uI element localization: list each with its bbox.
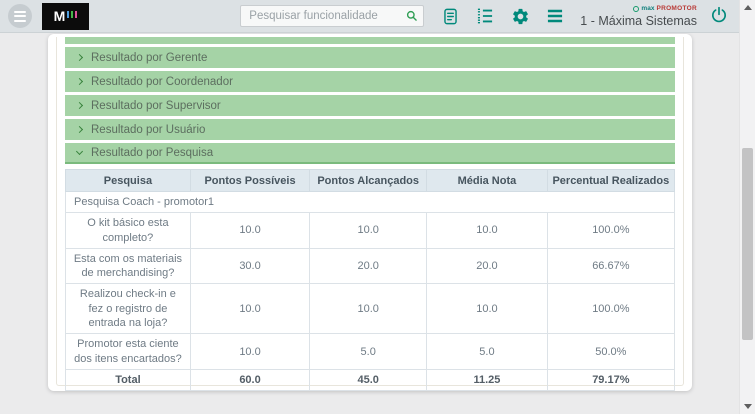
menu-button[interactable]: [8, 4, 32, 28]
accordion-resultado-gerente[interactable]: Resultado por Gerente: [65, 47, 675, 68]
brand-circle-icon: [633, 6, 639, 12]
accordion-partial-bar[interactable]: [65, 37, 675, 44]
accordion-resultado-usuario[interactable]: Resultado por Usuário: [65, 119, 675, 140]
cell-pontos-alcancados: 10.0: [310, 213, 427, 249]
results-table-area: Pesquisa Pontos Possíveis Pontos Alcança…: [65, 169, 675, 391]
logo-tick-green: [71, 11, 73, 18]
total-pontos-possiveis: 60.0: [190, 369, 309, 390]
cell-percentual: 66.67%: [547, 248, 674, 284]
cell-media-nota: 10.0: [427, 284, 548, 334]
maxpromotor-logo: max PROMOTOR: [633, 5, 697, 13]
total-row: Total 60.0 45.0 11.25 79.17%: [66, 369, 675, 390]
column-header: Pontos Possíveis: [190, 170, 309, 192]
group-row: Pesquisa Coach - promotor1: [66, 192, 675, 213]
ordered-list-icon: [475, 6, 495, 26]
cell-media-nota: 20.0: [427, 248, 548, 284]
cell-pesquisa: Esta com os materiais de merchandising?: [66, 248, 191, 284]
cell-percentual: 100.0%: [547, 213, 674, 249]
search: [240, 5, 424, 27]
cell-pontos-alcancados: 20.0: [310, 248, 427, 284]
total-pontos-alcancados: 45.0: [310, 369, 427, 390]
table-row: Realizou check-in e fez o registro de en…: [66, 284, 675, 334]
cell-media-nota: 10.0: [427, 213, 548, 249]
company-label: 1 - Máxima Sistemas: [580, 14, 697, 28]
logo-tick-pink: [75, 11, 77, 18]
search-icon[interactable]: [405, 9, 419, 23]
menu-list-button[interactable]: [544, 5, 566, 27]
chevron-down-icon: [76, 147, 83, 154]
cell-pontos-possiveis: 10.0: [190, 284, 309, 334]
accordion-label: Resultado por Pesquisa: [91, 147, 213, 159]
results-table: Pesquisa Pontos Possíveis Pontos Alcança…: [65, 169, 675, 391]
cell-pontos-alcancados: 5.0: [310, 334, 427, 370]
accordion-label: Resultado por Usuário: [91, 124, 205, 136]
group-label: Pesquisa Coach - promotor1: [66, 192, 675, 213]
top-header: M: [0, 0, 739, 33]
cell-percentual: 50.0%: [547, 334, 674, 370]
accordion-panel: Resultado por Gerente Resultado por Coor…: [56, 37, 684, 386]
header-icon-bar: [439, 5, 566, 27]
search-input[interactable]: [240, 5, 424, 27]
cell-pesquisa: Realizou check-in e fez o registro de en…: [66, 284, 191, 334]
logout-button[interactable]: [708, 5, 730, 27]
content-card: Resultado por Gerente Resultado por Coor…: [48, 34, 692, 391]
column-header: Pesquisa: [66, 170, 191, 192]
vertical-scrollbar[interactable]: [739, 0, 755, 414]
cell-percentual: 100.0%: [547, 284, 674, 334]
accordion-label: Resultado por Coordenador: [91, 76, 233, 88]
column-header: Percentual Realizados: [547, 170, 674, 192]
report-button[interactable]: [439, 5, 461, 27]
chevron-right-icon: [76, 102, 83, 109]
brand-block: max PROMOTOR 1 - Máxima Sistemas: [580, 5, 697, 28]
scroll-down-arrow-icon[interactable]: [744, 404, 752, 409]
power-icon: [709, 5, 729, 25]
app-logo[interactable]: M: [42, 3, 89, 30]
cell-pesquisa: O kit básico esta completo?: [66, 213, 191, 249]
scroll-up-arrow-icon[interactable]: [744, 5, 752, 10]
table-row: Promotor esta ciente dos itens encartado…: [66, 334, 675, 370]
total-label: Total: [66, 369, 191, 390]
total-percentual: 79.17%: [547, 369, 674, 390]
brand-promotor-text: PROMOTOR: [656, 5, 697, 12]
accordion-resultado-coordenador[interactable]: Resultado por Coordenador: [65, 71, 675, 92]
chevron-right-icon: [76, 78, 83, 85]
column-header: Pontos Alcançados: [310, 170, 427, 192]
chevron-right-icon: [76, 126, 83, 133]
cell-pesquisa: Promotor esta ciente dos itens encartado…: [66, 334, 191, 370]
total-media-nota: 11.25: [427, 369, 548, 390]
column-header: Média Nota: [427, 170, 548, 192]
cell-pontos-alcancados: 10.0: [310, 284, 427, 334]
logo-tick-blue: [67, 11, 69, 18]
chevron-right-icon: [76, 54, 83, 61]
cell-media-nota: 5.0: [427, 334, 548, 370]
list-icon: [545, 6, 565, 26]
table-header-row: Pesquisa Pontos Possíveis Pontos Alcança…: [66, 170, 675, 192]
settings-button[interactable]: [509, 5, 531, 27]
table-row: Esta com os materiais de merchandising? …: [66, 248, 675, 284]
gear-icon: [511, 7, 530, 26]
logo-letter: M: [54, 8, 66, 24]
brand-max-text: max: [641, 5, 654, 12]
scrollbar-thumb[interactable]: [742, 148, 753, 340]
accordion-label: Resultado por Supervisor: [91, 100, 221, 112]
accordion-label: Resultado por Gerente: [91, 52, 207, 64]
cell-pontos-possiveis: 10.0: [190, 334, 309, 370]
table-row: O kit básico esta completo? 10.0 10.0 10…: [66, 213, 675, 249]
ordered-list-button[interactable]: [474, 5, 496, 27]
report-icon: [441, 7, 460, 26]
accordion-resultado-supervisor[interactable]: Resultado por Supervisor: [65, 95, 675, 116]
accordion-resultado-pesquisa[interactable]: Resultado por Pesquisa: [65, 143, 675, 164]
cell-pontos-possiveis: 30.0: [190, 248, 309, 284]
cell-pontos-possiveis: 10.0: [190, 213, 309, 249]
